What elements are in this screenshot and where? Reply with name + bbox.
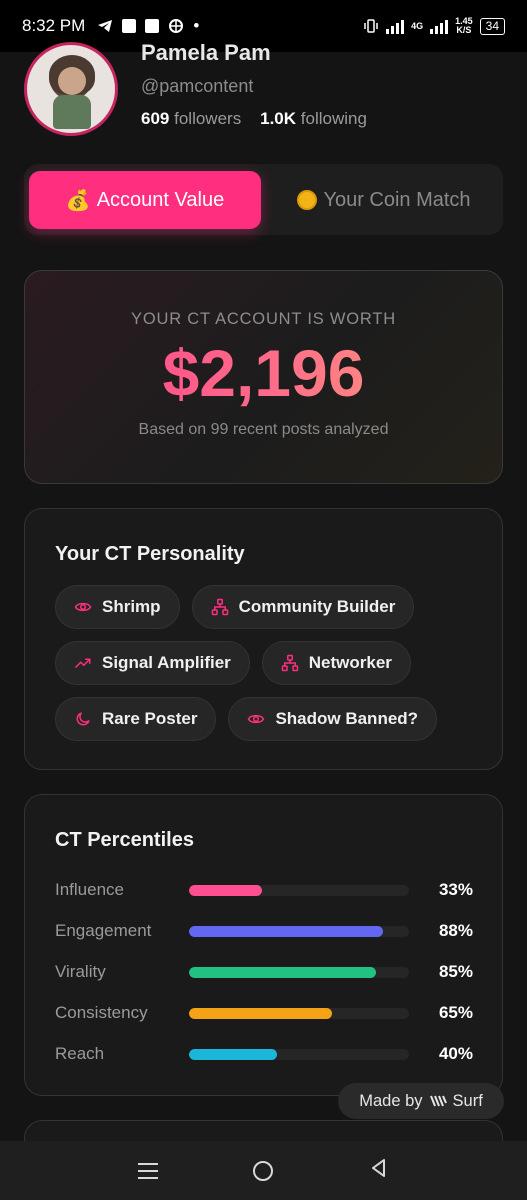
trait-pill[interactable]: Community Builder — [191, 585, 415, 629]
moon-icon — [76, 712, 90, 726]
trait-pill[interactable]: Shadow Banned? — [228, 697, 438, 741]
percentile-row: Influence 33% — [55, 879, 475, 903]
percentile-row: Engagement 88% — [55, 920, 475, 944]
network-icon — [211, 598, 228, 616]
percentile-label: Reach — [55, 1044, 105, 1063]
percentile-bar — [189, 967, 376, 978]
follow-stats: 609 followers 1.0K following — [141, 109, 367, 129]
percentile-track — [189, 1049, 409, 1060]
account-value-amount: $2,196 — [25, 337, 502, 409]
account-value-subtext: Based on 99 recent posts analyzed — [138, 421, 389, 438]
percentile-track — [189, 967, 409, 978]
eye-icon — [74, 602, 92, 612]
tab-coin-match-label: Your Coin Match — [323, 188, 471, 211]
trait-label: Shadow Banned? — [275, 709, 419, 728]
percentile-value: 88% — [438, 921, 473, 940]
profile-header: Pamela Pam @pamcontent 609 followers 1.0… — [24, 30, 504, 140]
percentile-bar — [189, 1049, 277, 1060]
home-button[interactable] — [253, 1160, 274, 1181]
app-screen: 8:32 PM • 4G 1.45 K/S 34 Pamela Pam @pamc… — [0, 0, 527, 1200]
percentile-label: Consistency — [55, 1003, 148, 1022]
trending-up-icon — [74, 658, 91, 669]
profile-handle: @pamcontent — [141, 76, 254, 96]
followers-label: followers — [174, 109, 242, 128]
trait-label: Rare Poster — [102, 709, 198, 728]
recent-apps-button[interactable] — [137, 1162, 158, 1179]
following-label: following — [300, 109, 367, 128]
trait-label: Signal Amplifier — [102, 653, 231, 672]
percentile-value: 33% — [438, 880, 473, 899]
percentile-value: 65% — [438, 1003, 473, 1022]
percentile-label: Virality — [55, 962, 106, 981]
trait-pill[interactable]: Shrimp — [55, 585, 180, 629]
trait-pill[interactable]: Signal Amplifier — [55, 641, 250, 685]
percentile-value: 85% — [438, 962, 473, 981]
trait-pill[interactable]: Networker — [261, 641, 411, 685]
system-nav-bar — [0, 1141, 527, 1200]
back-button[interactable] — [369, 1158, 389, 1183]
percentiles-card: CT Percentiles Influence 33% Engagement … — [24, 794, 503, 1096]
percentile-label: Engagement — [55, 921, 152, 940]
made-by-brand: Surf — [452, 1091, 483, 1110]
back-icon — [372, 1159, 386, 1177]
surf-logo-icon — [429, 1095, 447, 1107]
personality-traits: Shrimp Community Builder Signal Amplifie… — [55, 585, 475, 741]
percentiles-title: CT Percentiles — [55, 829, 194, 851]
trait-pill[interactable]: Rare Poster — [55, 697, 217, 741]
percentile-bar — [189, 926, 383, 937]
made-by-prefix: Made by — [359, 1091, 423, 1110]
personality-card: Your CT Personality Shrimp Community Bui… — [24, 508, 503, 770]
percentile-value: 40% — [438, 1044, 473, 1063]
trait-label: Community Builder — [238, 597, 396, 616]
profile-name: Pamela Pam — [141, 40, 271, 65]
percentile-row: Reach 40% — [55, 1043, 475, 1067]
network-icon — [281, 654, 299, 672]
tab-bar: 💰 Account Value Your Coin Match — [24, 164, 503, 235]
percentile-track — [189, 885, 409, 896]
followers-count: 609 — [141, 109, 170, 128]
percentile-bar — [189, 885, 262, 896]
tab-account-value[interactable]: 💰 Account Value — [29, 171, 261, 229]
following-count: 1.0K — [260, 109, 297, 128]
percentile-bar — [189, 1008, 332, 1019]
made-by-badge[interactable]: Made by Surf — [338, 1083, 504, 1119]
money-bag-icon: 💰 — [65, 189, 91, 212]
percentile-track — [189, 1008, 409, 1019]
tab-account-value-label: Account Value — [96, 188, 225, 211]
percentile-label: Influence — [55, 880, 124, 899]
eye-icon — [248, 714, 265, 724]
tab-coin-match[interactable]: Your Coin Match — [269, 171, 499, 229]
trait-label: Shrimp — [102, 597, 161, 616]
avatar[interactable] — [24, 42, 118, 136]
account-value-card: YOUR CT ACCOUNT IS WORTH $2,196 Based on… — [24, 270, 503, 484]
coin-icon — [297, 190, 318, 210]
percentile-row: Consistency 65% — [55, 1002, 475, 1026]
account-value-label: YOUR CT ACCOUNT IS WORTH — [131, 310, 396, 328]
percentile-row: Virality 85% — [55, 961, 475, 985]
percentile-track — [189, 926, 409, 937]
personality-title: Your CT Personality — [55, 543, 245, 565]
trait-label: Networker — [308, 653, 392, 672]
